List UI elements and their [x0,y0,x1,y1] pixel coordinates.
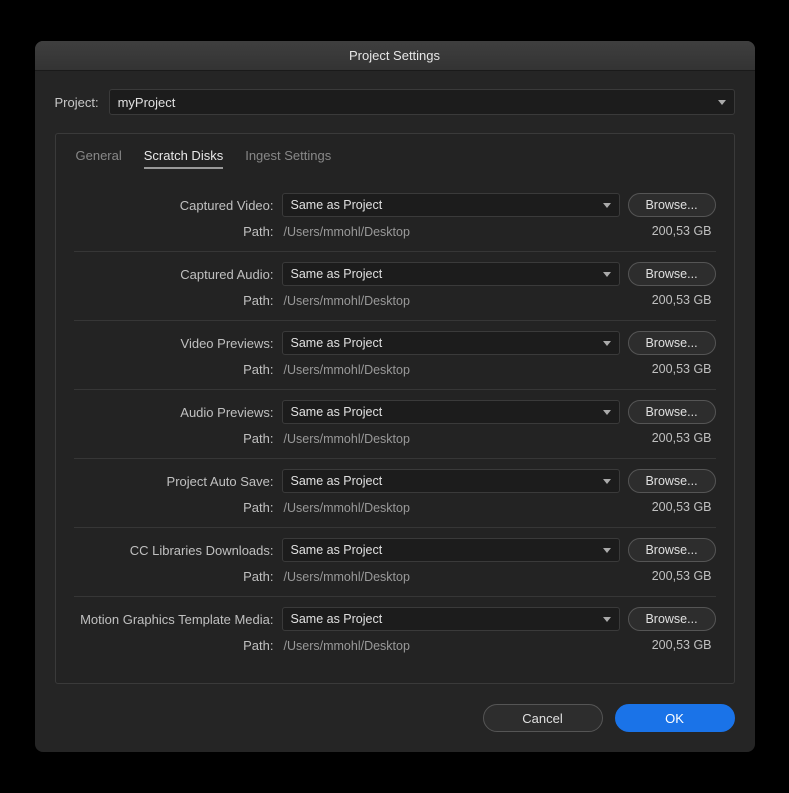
auto-save-label: Project Auto Save: [74,474,274,489]
path-label: Path: [74,500,274,515]
chevron-down-icon [603,617,611,622]
motion-graphics-path: /Users/mmohl/Desktop [282,637,620,653]
captured-video-browse-button[interactable]: Browse... [628,193,716,217]
motion-graphics-label: Motion Graphics Template Media: [74,612,274,627]
auto-save-path: /Users/mmohl/Desktop [282,499,620,515]
section-auto-save: Project Auto Save: Same as Project Brows… [74,459,716,528]
tab-general[interactable]: General [76,144,122,169]
chevron-down-icon [603,272,611,277]
captured-audio-browse-button[interactable]: Browse... [628,262,716,286]
captured-audio-label: Captured Audio: [74,267,274,282]
tab-ingest-settings[interactable]: Ingest Settings [245,144,331,169]
tab-bar: General Scratch Disks Ingest Settings [74,144,716,169]
project-label: Project: [55,95,99,110]
chevron-down-icon [603,479,611,484]
ok-button[interactable]: OK [615,704,735,732]
chevron-down-icon [603,410,611,415]
video-previews-path: /Users/mmohl/Desktop [282,361,620,377]
settings-panel: General Scratch Disks Ingest Settings Ca… [55,133,735,684]
video-previews-value: Same as Project [291,336,383,350]
cancel-button[interactable]: Cancel [483,704,603,732]
audio-previews-path: /Users/mmohl/Desktop [282,430,620,446]
cc-libraries-label: CC Libraries Downloads: [74,543,274,558]
chevron-down-icon [603,341,611,346]
auto-save-size: 200,53 GB [628,500,716,514]
audio-previews-value: Same as Project [291,405,383,419]
motion-graphics-value: Same as Project [291,612,383,626]
tab-scratch-disks[interactable]: Scratch Disks [144,144,223,169]
cc-libraries-size: 200,53 GB [628,569,716,583]
video-previews-dropdown[interactable]: Same as Project [282,331,620,355]
video-previews-label: Video Previews: [74,336,274,351]
motion-graphics-size: 200,53 GB [628,638,716,652]
dialog-footer: Cancel OK [55,704,735,732]
path-label: Path: [74,293,274,308]
video-previews-size: 200,53 GB [628,362,716,376]
cc-libraries-path: /Users/mmohl/Desktop [282,568,620,584]
captured-audio-path: /Users/mmohl/Desktop [282,292,620,308]
section-cc-libraries: CC Libraries Downloads: Same as Project … [74,528,716,597]
audio-previews-size: 200,53 GB [628,431,716,445]
auto-save-browse-button[interactable]: Browse... [628,469,716,493]
captured-video-label: Captured Video: [74,198,274,213]
chevron-down-icon [718,100,726,105]
captured-video-value: Same as Project [291,198,383,212]
auto-save-value: Same as Project [291,474,383,488]
captured-video-dropdown[interactable]: Same as Project [282,193,620,217]
motion-graphics-browse-button[interactable]: Browse... [628,607,716,631]
audio-previews-label: Audio Previews: [74,405,274,420]
section-captured-audio: Captured Audio: Same as Project Browse..… [74,252,716,321]
audio-previews-browse-button[interactable]: Browse... [628,400,716,424]
path-label: Path: [74,362,274,377]
chevron-down-icon [603,203,611,208]
audio-previews-dropdown[interactable]: Same as Project [282,400,620,424]
project-row: Project: myProject [55,89,735,115]
dialog-title: Project Settings [35,41,755,71]
cc-libraries-value: Same as Project [291,543,383,557]
section-motion-graphics: Motion Graphics Template Media: Same as … [74,597,716,665]
project-select[interactable]: myProject [109,89,735,115]
captured-audio-size: 200,53 GB [628,293,716,307]
project-select-value: myProject [118,95,176,110]
path-label: Path: [74,431,274,446]
section-video-previews: Video Previews: Same as Project Browse..… [74,321,716,390]
cc-libraries-dropdown[interactable]: Same as Project [282,538,620,562]
captured-video-size: 200,53 GB [628,224,716,238]
cc-libraries-browse-button[interactable]: Browse... [628,538,716,562]
motion-graphics-dropdown[interactable]: Same as Project [282,607,620,631]
captured-audio-dropdown[interactable]: Same as Project [282,262,620,286]
path-label: Path: [74,569,274,584]
project-settings-dialog: Project Settings Project: myProject Gene… [35,41,755,752]
section-audio-previews: Audio Previews: Same as Project Browse..… [74,390,716,459]
captured-video-path: /Users/mmohl/Desktop [282,223,620,239]
captured-audio-value: Same as Project [291,267,383,281]
video-previews-browse-button[interactable]: Browse... [628,331,716,355]
auto-save-dropdown[interactable]: Same as Project [282,469,620,493]
path-label: Path: [74,638,274,653]
section-captured-video: Captured Video: Same as Project Browse..… [74,183,716,252]
dialog-content: Project: myProject General Scratch Disks… [35,71,755,752]
chevron-down-icon [603,548,611,553]
path-label: Path: [74,224,274,239]
